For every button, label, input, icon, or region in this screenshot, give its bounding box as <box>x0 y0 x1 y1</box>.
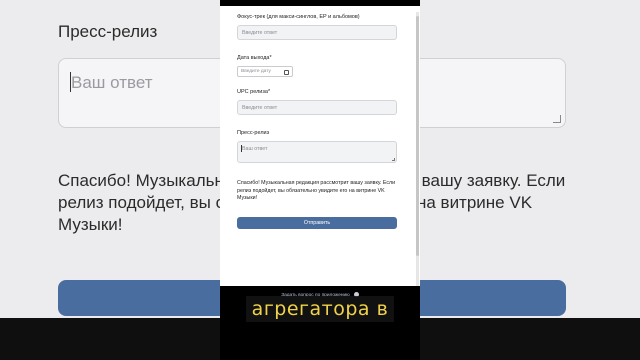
resize-grip[interactable] <box>391 157 395 161</box>
press-release-label: Пресс-релиз <box>237 130 270 136</box>
video-subtitle: агрегатора в <box>0 296 640 322</box>
scrollbar[interactable] <box>416 12 419 286</box>
upc-input[interactable]: Введите ответ <box>237 100 397 115</box>
focus-track-input[interactable]: Введите ответ <box>237 25 397 40</box>
subtitle-text: агрегатора в <box>245 296 395 322</box>
focus-track-label: Фокус-трек (для макси-синглов, EP и альб… <box>237 14 360 20</box>
submit-button[interactable]: Отправить <box>237 217 397 229</box>
bg-field-placeholder: Ваш ответ <box>71 73 153 92</box>
release-date-label: Дата выхода* <box>237 55 272 61</box>
release-date-input[interactable]: Введите дату <box>237 66 293 77</box>
scrollbar-thumb[interactable] <box>416 16 419 256</box>
bg-resize-grip <box>553 115 561 123</box>
release-date-placeholder: Введите дату <box>241 69 271 74</box>
press-release-placeholder: Ваш ответ <box>242 146 268 152</box>
form-screen: Фокус-трек (для макси-синглов, EP и альб… <box>220 6 420 286</box>
upc-label: UPC релиза* <box>237 89 271 95</box>
focus-track-placeholder: Введите ответ <box>242 29 278 36</box>
upc-placeholder: Введите ответ <box>242 104 278 111</box>
calendar-icon[interactable] <box>284 69 289 75</box>
press-release-textarea[interactable]: Ваш ответ <box>237 141 397 163</box>
thank-you-note: Спасибо! Музыкальная редакция рассмотрит… <box>237 180 396 201</box>
bg-title: Пресс-релиз <box>58 22 158 41</box>
